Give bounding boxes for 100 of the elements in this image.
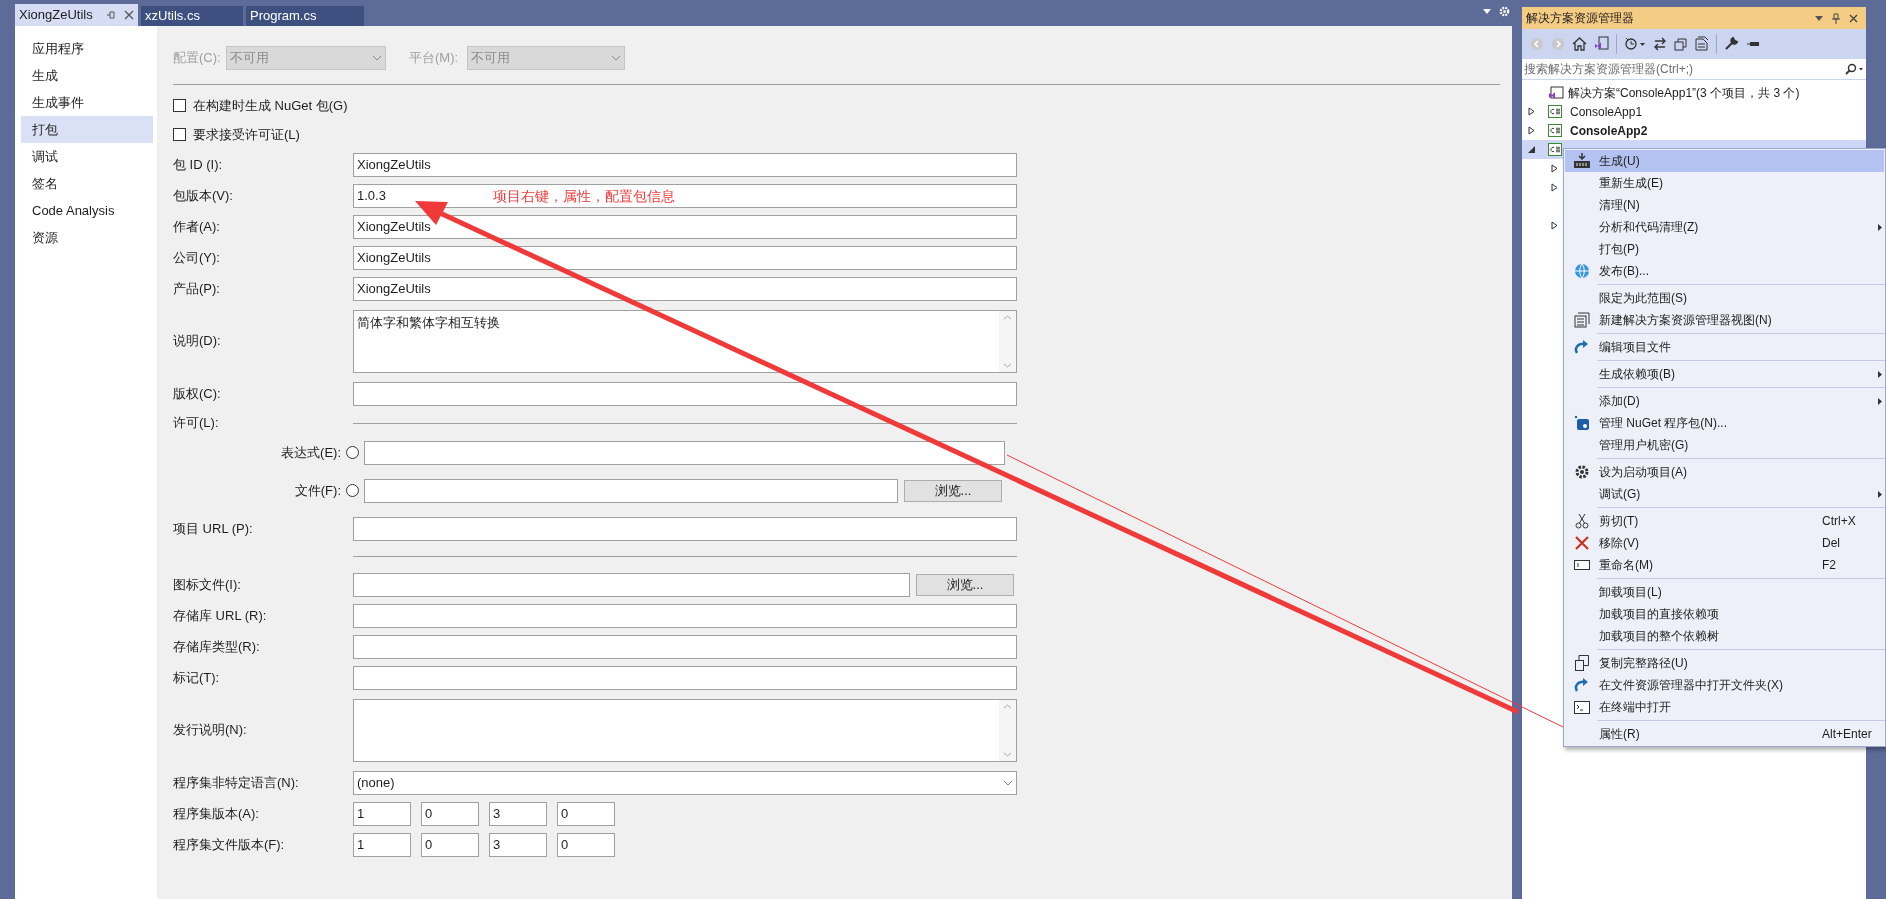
globe-icon [1574,263,1590,279]
text-field[interactable] [353,516,1017,541]
version-field[interactable]: 0 [557,832,615,857]
tree-item-label[interactable]: ConsoleApp1 [1570,102,1643,121]
menu-item[interactable]: 在终端中打开 [1565,696,1884,718]
text-field[interactable] [353,634,1017,659]
solution-icon[interactable] [1594,36,1609,51]
pages-icon[interactable] [1695,36,1709,51]
chevron-down-icon [372,55,382,61]
chevron-down-icon [611,55,621,61]
nav-item[interactable]: 资源 [21,224,153,251]
menu-item[interactable]: 属性(R) Alt+Enter [1565,723,1884,745]
menu-item[interactable]: 重新生成(E) [1565,172,1884,194]
field-label: 产品(P): [173,279,221,298]
text-field[interactable]: XiongZeUtils [353,245,1017,270]
checkbox[interactable] [173,128,186,141]
menu-item[interactable]: 清理(N) [1565,194,1884,216]
version-field[interactable]: 3 [489,801,547,826]
nav-item[interactable]: Code Analysis [21,197,153,224]
text-field[interactable] [364,478,898,503]
nav-item[interactable]: 应用程序 [21,35,153,62]
pin-icon[interactable] [106,10,116,20]
menu-item[interactable]: 复制完整路径(U) [1565,652,1884,674]
nav-item[interactable]: 签名 [21,170,153,197]
version-field[interactable]: 0 [557,801,615,826]
sync-icon[interactable] [1653,36,1667,51]
menu-item[interactable]: 在文件资源管理器中打开文件夹(X) [1565,674,1884,696]
close-icon[interactable] [1849,13,1858,23]
collapsed-arrow-icon[interactable] [1527,126,1535,135]
text-field[interactable] [353,665,1017,690]
project-icon [1548,105,1562,118]
menu-item[interactable]: 分析和代码清理(Z) [1565,216,1884,238]
menu-item[interactable]: 管理用户机密(G) [1565,434,1884,456]
collapsed-arrow-icon[interactable] [1527,107,1535,116]
dropdown-icon[interactable] [1483,9,1491,14]
history-icon[interactable] [1624,36,1646,51]
settings-icon[interactable] [1499,6,1510,17]
expanded-arrow-icon[interactable] [1527,146,1535,153]
tree-item-label[interactable]: ConsoleApp2 [1570,121,1648,140]
collapsed-arrow-icon[interactable] [1550,164,1558,173]
menu-item[interactable]: 管理 NuGet 程序包(N)... [1565,412,1884,434]
text-field[interactable] [353,381,1017,406]
menu-item[interactable]: 剪切(T) Ctrl+X [1565,510,1884,532]
field-label: 项目 URL (P): [173,519,254,538]
close-icon[interactable] [124,10,134,20]
dropdown-icon[interactable] [1815,15,1823,21]
document-tab[interactable]: Program.cs [246,6,364,26]
text-field[interactable] [353,603,1017,628]
menu-item[interactable]: 添加(D) [1565,390,1884,412]
menu-item[interactable]: 发布(B)... [1565,260,1884,282]
menu-item[interactable]: 编辑项目文件 [1565,336,1884,358]
menu-item[interactable]: 调试(G) [1565,483,1884,505]
menu-item[interactable]: 设为启动项目(A) [1565,461,1884,483]
language-dropdown[interactable]: (none) [353,770,1017,795]
text-field[interactable] [364,440,1005,465]
collapse-icon[interactable] [1674,36,1688,51]
text-field[interactable] [353,572,910,597]
nav-item[interactable]: 打包 [21,116,153,143]
nav-item[interactable]: 生成 [21,62,153,89]
version-field[interactable]: 1 [353,832,411,857]
menu-item[interactable]: 卸载项目(L) [1565,581,1884,603]
version-field[interactable]: 0 [421,832,479,857]
menu-item[interactable]: 加载项目的直接依赖项 [1565,603,1884,625]
menu-item[interactable]: 重命名(M) F2 [1565,554,1884,576]
build-icon [1573,153,1591,169]
menu-item[interactable]: 新建解决方案资源管理器视图(N) [1565,309,1884,331]
annotation-text: 项目右键，属性，配置包信息 [493,187,675,206]
menu-item[interactable]: 打包(P) [1565,238,1884,260]
search-field[interactable]: 搜索解决方案资源管理器(Ctrl+;) [1522,58,1866,80]
home-icon[interactable] [1572,36,1587,51]
menu-item[interactable]: 生成依赖项(B) [1565,363,1884,385]
document-tab[interactable]: XiongZeUtils [15,4,138,26]
nav-item[interactable]: 生成事件 [21,89,153,116]
radio-button[interactable] [346,446,359,459]
text-field[interactable]: XiongZeUtils [353,214,1017,239]
nav-item[interactable]: 调试 [21,143,153,170]
menu-item[interactable]: 加载项目的整个依赖树 [1565,625,1884,647]
text-field[interactable]: XiongZeUtils [353,276,1017,301]
field-label: 表达式(E): [280,443,341,462]
version-field[interactable]: 0 [421,801,479,826]
text-field[interactable]: XiongZeUtils [353,152,1017,177]
collapsed-arrow-icon[interactable] [1550,221,1558,230]
pin-icon[interactable] [1832,12,1840,24]
browse-button[interactable]: 浏览... [904,479,1002,502]
version-field[interactable]: 1 [353,801,411,826]
tree-item-label[interactable]: 解决方案“ConsoleApp1”(3 个项目，共 3 个) [1568,83,1800,102]
document-tab[interactable]: xzUtils.cs [141,6,243,26]
menu-item[interactable]: 生成(U) [1565,150,1884,172]
wrench-icon[interactable] [1724,36,1739,51]
search-icon[interactable] [1844,63,1864,75]
menu-item[interactable]: 限定为此范围(S) [1565,287,1884,309]
version-field[interactable]: 3 [489,832,547,857]
package-icon [1574,415,1590,431]
collapsed-arrow-icon[interactable] [1550,183,1558,192]
checkbox[interactable] [173,99,186,112]
browse-button[interactable]: 浏览... [916,573,1014,596]
radio-button[interactable] [346,484,359,497]
field-label: 存储库类型(R): [173,637,261,656]
project-icon [1548,143,1562,156]
menu-item[interactable]: 移除(V) Del [1565,532,1884,554]
